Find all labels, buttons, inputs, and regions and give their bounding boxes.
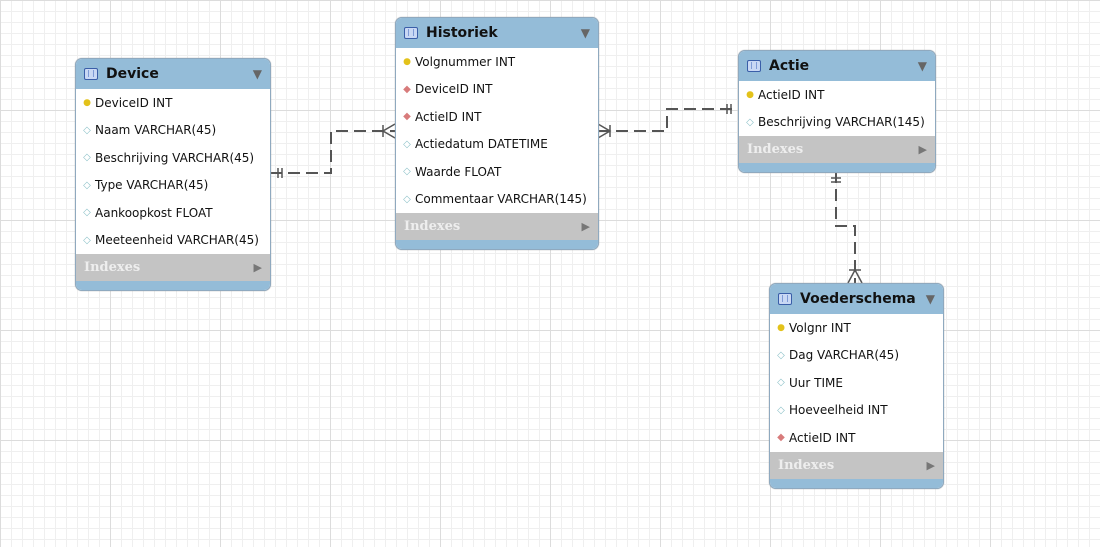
indexes-section[interactable]: Indexes ▶ <box>396 213 598 240</box>
column-row[interactable]: ● Volgnummer INT <box>396 48 598 76</box>
indexes-section[interactable]: Indexes ▶ <box>76 254 270 281</box>
column-row[interactable]: ◇ Actiedatum DATETIME <box>396 131 598 159</box>
column-row[interactable]: ◇ Uur TIME <box>770 369 943 397</box>
table-header[interactable]: Actie ▼ <box>739 51 935 81</box>
column-row[interactable]: ● ActieID INT <box>739 81 935 109</box>
column-icon: ◇ <box>83 124 91 136</box>
table-header[interactable]: Historiek ▼ <box>396 18 598 48</box>
rel-historiek-actie <box>598 108 738 132</box>
foreign-key-icon: ◆ <box>403 111 411 123</box>
table-header[interactable]: Device ▼ <box>76 59 270 89</box>
rel-device-historiek <box>270 130 395 174</box>
column-icon: ◇ <box>83 234 91 246</box>
column-label: DeviceID INT <box>415 82 493 97</box>
column-icon: ◇ <box>777 377 785 389</box>
column-row[interactable]: ◆ ActieID INT <box>770 424 943 452</box>
column-label: Aankoopkost FLOAT <box>95 205 213 220</box>
column-row[interactable]: ◇ Commentaar VARCHAR(145) <box>396 186 598 214</box>
table-actie[interactable]: Actie ▼ ● ActieID INT ◇ Beschrijving VARCHAR… <box>738 50 936 173</box>
column-label: Volgnummer INT <box>415 54 516 69</box>
foreign-key-icon: ◆ <box>777 432 785 444</box>
column-label: ActieID INT <box>789 430 856 445</box>
table-icon <box>404 27 418 39</box>
table-icon <box>778 293 792 305</box>
column-icon: ◇ <box>403 166 411 178</box>
collapse-icon[interactable]: ▼ <box>253 67 262 81</box>
column-label: Beschrijving VARCHAR(45) <box>95 150 255 165</box>
table-title: Device <box>106 66 159 82</box>
table-header[interactable]: Voederschema ▼ <box>770 284 943 314</box>
column-row[interactable]: ◇ Type VARCHAR(45) <box>76 172 270 200</box>
collapse-icon[interactable]: ▼ <box>581 26 590 40</box>
column-icon: ◇ <box>83 152 91 164</box>
column-row[interactable]: ◇ Beschrijving VARCHAR(45) <box>76 144 270 172</box>
table-voederschema[interactable]: Voederschema ▼ ● Volgnr INT ◇ Dag VARCHAR(45… <box>769 283 944 489</box>
column-row[interactable]: ◇ Dag VARCHAR(45) <box>770 342 943 370</box>
column-icon: ◇ <box>403 138 411 150</box>
column-row[interactable]: ● Volgnr INT <box>770 314 943 342</box>
table-device[interactable]: Device ▼ ● DeviceID INT ◇ Naam VARCHAR(45) ◇ B… <box>75 58 271 291</box>
table-icon <box>84 68 98 80</box>
column-row[interactable]: ◆ DeviceID INT <box>396 76 598 104</box>
expand-icon[interactable]: ▶ <box>919 143 927 156</box>
column-row[interactable]: ◇ Aankoopkost FLOAT <box>76 199 270 227</box>
column-row[interactable]: ◆ ActieID INT <box>396 103 598 131</box>
column-icon: ◇ <box>403 193 411 205</box>
table-footer <box>396 240 598 249</box>
column-row[interactable]: ◇ Hoeveelheid INT <box>770 397 943 425</box>
expand-icon[interactable]: ▶ <box>254 261 262 274</box>
table-title: Historiek <box>426 25 498 41</box>
column-label: ActieID INT <box>758 87 825 102</box>
column-label: Naam VARCHAR(45) <box>95 123 217 138</box>
column-icon: ◇ <box>777 404 785 416</box>
table-icon <box>747 60 761 72</box>
table-title: Voederschema <box>800 291 916 307</box>
column-icon: ◇ <box>746 116 754 128</box>
column-icon: ◇ <box>83 207 91 219</box>
column-label: Hoeveelheid INT <box>789 403 888 418</box>
column-icon: ◇ <box>83 179 91 191</box>
rel-actie-voederschema <box>835 171 856 283</box>
column-label: Dag VARCHAR(45) <box>789 348 899 363</box>
column-row[interactable]: ◇ Beschrijving VARCHAR(145) <box>739 109 935 137</box>
column-label: DeviceID INT <box>95 95 173 110</box>
indexes-section[interactable]: Indexes ▶ <box>770 451 943 479</box>
table-footer <box>739 163 935 172</box>
column-label: Type VARCHAR(45) <box>95 178 209 193</box>
column-row[interactable]: ◇ Waarde FLOAT <box>396 158 598 186</box>
primary-key-icon: ● <box>777 322 785 333</box>
foreign-key-icon: ◆ <box>403 83 411 95</box>
collapse-icon[interactable]: ▼ <box>918 59 927 73</box>
table-historiek[interactable]: Historiek ▼ ● Volgnummer INT ◆ DeviceID INT ◆… <box>395 17 599 250</box>
expand-icon[interactable]: ▶ <box>927 459 935 472</box>
column-row[interactable]: ◇ Naam VARCHAR(45) <box>76 117 270 145</box>
column-label: ActieID INT <box>415 109 482 124</box>
column-label: Volgnr INT <box>789 320 851 335</box>
column-label: Actiedatum DATETIME <box>415 137 548 152</box>
indexes-label: Indexes <box>84 260 141 275</box>
indexes-section[interactable]: Indexes ▶ <box>739 136 935 163</box>
indexes-label: Indexes <box>747 142 804 157</box>
column-label: Uur TIME <box>789 375 843 390</box>
column-row[interactable]: ● DeviceID INT <box>76 89 270 117</box>
column-label: Beschrijving VARCHAR(145) <box>758 115 925 130</box>
column-label: Waarde FLOAT <box>415 164 502 179</box>
collapse-icon[interactable]: ▼ <box>926 292 935 306</box>
table-title: Actie <box>769 58 810 74</box>
table-footer <box>770 478 943 488</box>
column-row[interactable]: ◇ Meeteenheid VARCHAR(45) <box>76 227 270 255</box>
primary-key-icon: ● <box>403 56 411 67</box>
indexes-label: Indexes <box>778 457 835 473</box>
expand-icon[interactable]: ▶ <box>582 220 590 233</box>
table-footer <box>76 281 270 290</box>
indexes-label: Indexes <box>404 219 461 234</box>
column-label: Commentaar VARCHAR(145) <box>415 192 587 207</box>
primary-key-icon: ● <box>83 97 91 108</box>
column-label: Meeteenheid VARCHAR(45) <box>95 233 259 248</box>
column-icon: ◇ <box>777 349 785 361</box>
primary-key-icon: ● <box>746 89 754 100</box>
